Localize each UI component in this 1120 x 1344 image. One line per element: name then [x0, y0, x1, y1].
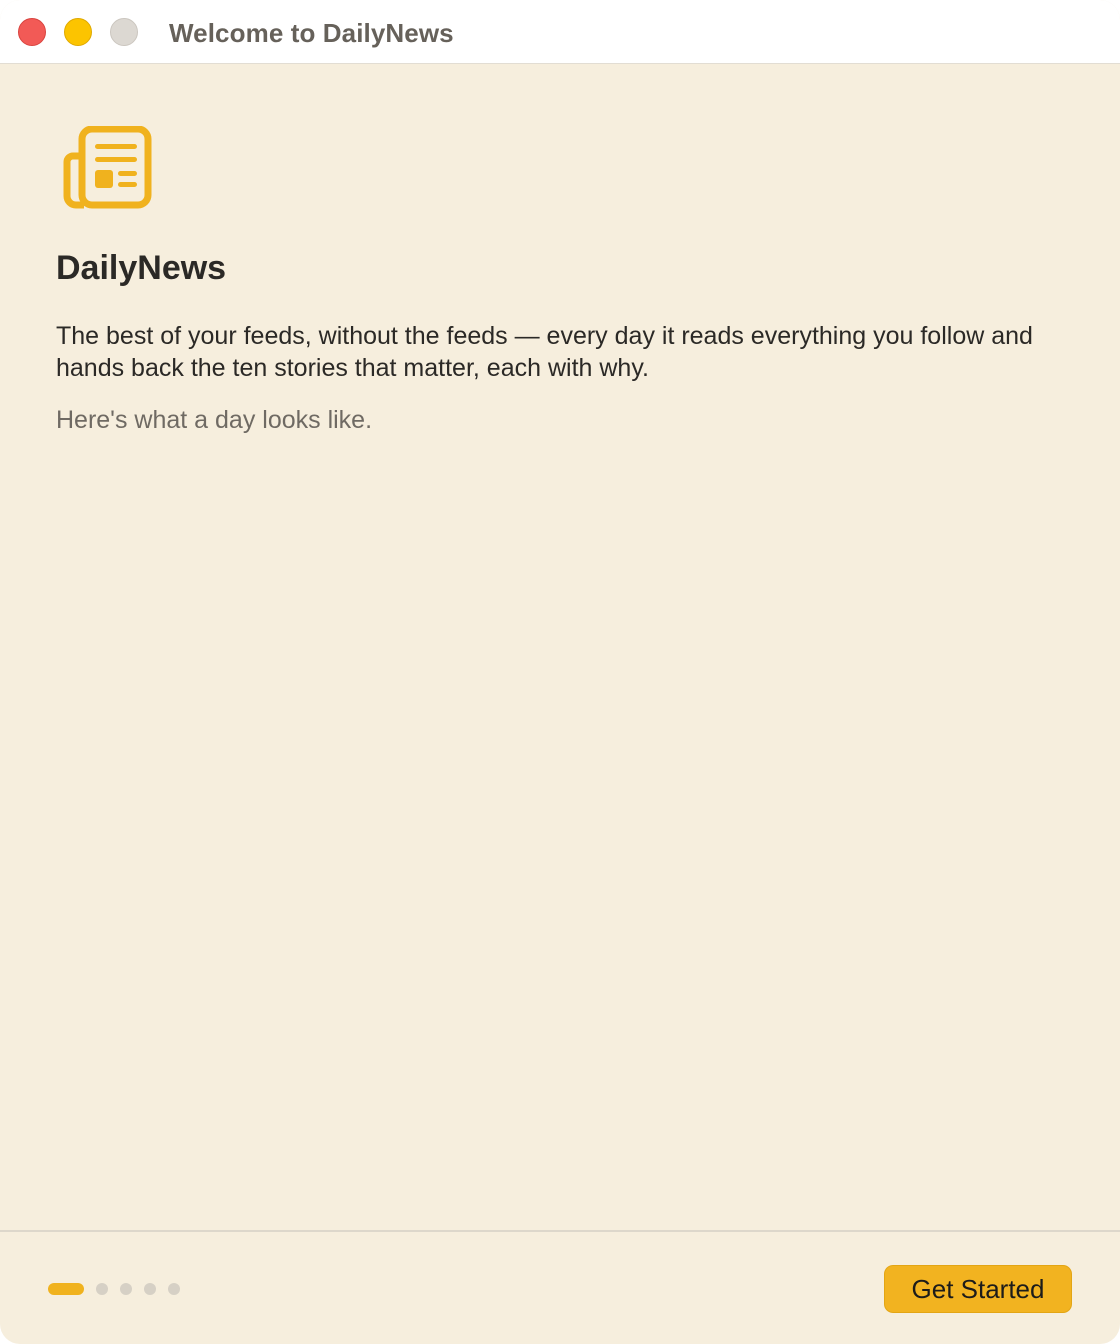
minimize-window-button[interactable] — [64, 18, 92, 46]
page-dot-5[interactable] — [168, 1283, 180, 1295]
newspaper-icon — [62, 125, 154, 210]
get-started-button[interactable]: Get Started — [884, 1265, 1072, 1313]
zoom-window-button — [110, 18, 138, 46]
title-bar: Welcome to DailyNews — [0, 0, 1120, 64]
onboarding-content: DailyNews The best of your feeds, withou… — [0, 64, 1120, 1230]
preview-subnote: Here's what a day looks like. — [56, 406, 373, 434]
page-dot-2[interactable] — [96, 1283, 108, 1295]
page-dot-3[interactable] — [120, 1283, 132, 1295]
onboarding-footer: Get Started — [0, 1230, 1120, 1344]
app-name-heading: DailyNews — [56, 249, 227, 287]
close-window-button[interactable] — [18, 18, 46, 46]
page-dot-1-active[interactable] — [48, 1283, 84, 1295]
window-title: Welcome to DailyNews — [169, 18, 454, 48]
app-tagline: The best of your feeds, without the feed… — [56, 322, 1033, 382]
page-dot-4[interactable] — [144, 1283, 156, 1295]
onboarding-window: Welcome to DailyNews DailyNews The best … — [0, 0, 1120, 1344]
